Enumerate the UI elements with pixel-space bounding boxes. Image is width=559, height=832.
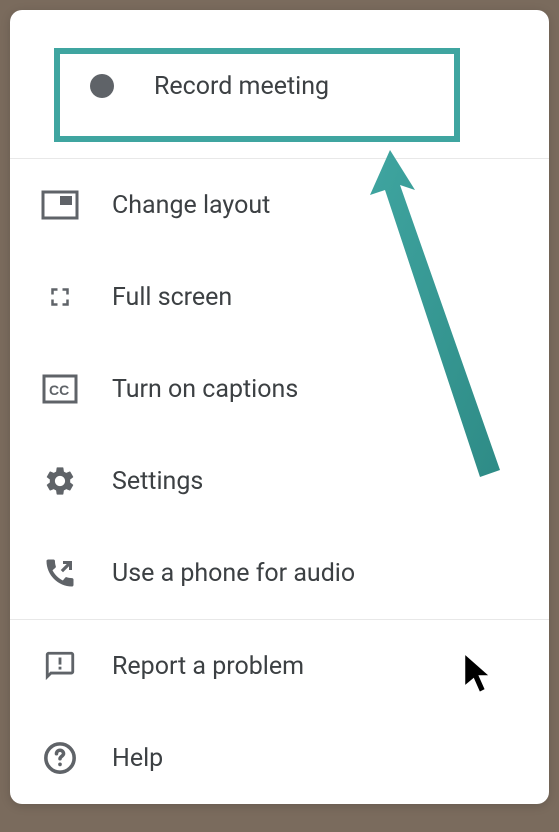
- record-meeting-item[interactable]: Record meeting: [10, 10, 549, 158]
- layout-label: Change layout: [112, 191, 270, 220]
- menu-section-3: Report a problem Help: [10, 620, 549, 804]
- feedback-icon: [38, 644, 82, 688]
- menu-section-2: Change layout Full screen CC Turn on cap…: [10, 159, 549, 619]
- phone-label: Use a phone for audio: [112, 559, 355, 588]
- record-icon: [80, 64, 124, 108]
- fullscreen-icon: [38, 275, 82, 319]
- layout-icon: [38, 183, 82, 227]
- settings-label: Settings: [112, 467, 203, 496]
- settings-item[interactable]: Settings: [10, 435, 549, 527]
- phone-icon: [38, 551, 82, 595]
- more-options-menu: Record meeting Change layout Full screen: [10, 10, 549, 804]
- record-label: Record meeting: [154, 72, 329, 101]
- settings-icon: [38, 459, 82, 503]
- captions-icon: CC: [38, 367, 82, 411]
- captions-item[interactable]: CC Turn on captions: [10, 343, 549, 435]
- svg-text:CC: CC: [49, 382, 69, 398]
- help-icon: [38, 736, 82, 780]
- fullscreen-item[interactable]: Full screen: [10, 251, 549, 343]
- captions-label: Turn on captions: [112, 375, 298, 404]
- phone-audio-item[interactable]: Use a phone for audio: [10, 527, 549, 619]
- report-label: Report a problem: [112, 652, 304, 681]
- help-item[interactable]: Help: [10, 712, 549, 804]
- help-label: Help: [112, 744, 163, 773]
- report-problem-item[interactable]: Report a problem: [10, 620, 549, 712]
- menu-section-1: Record meeting: [10, 10, 549, 158]
- change-layout-item[interactable]: Change layout: [10, 159, 549, 251]
- fullscreen-label: Full screen: [112, 283, 232, 312]
